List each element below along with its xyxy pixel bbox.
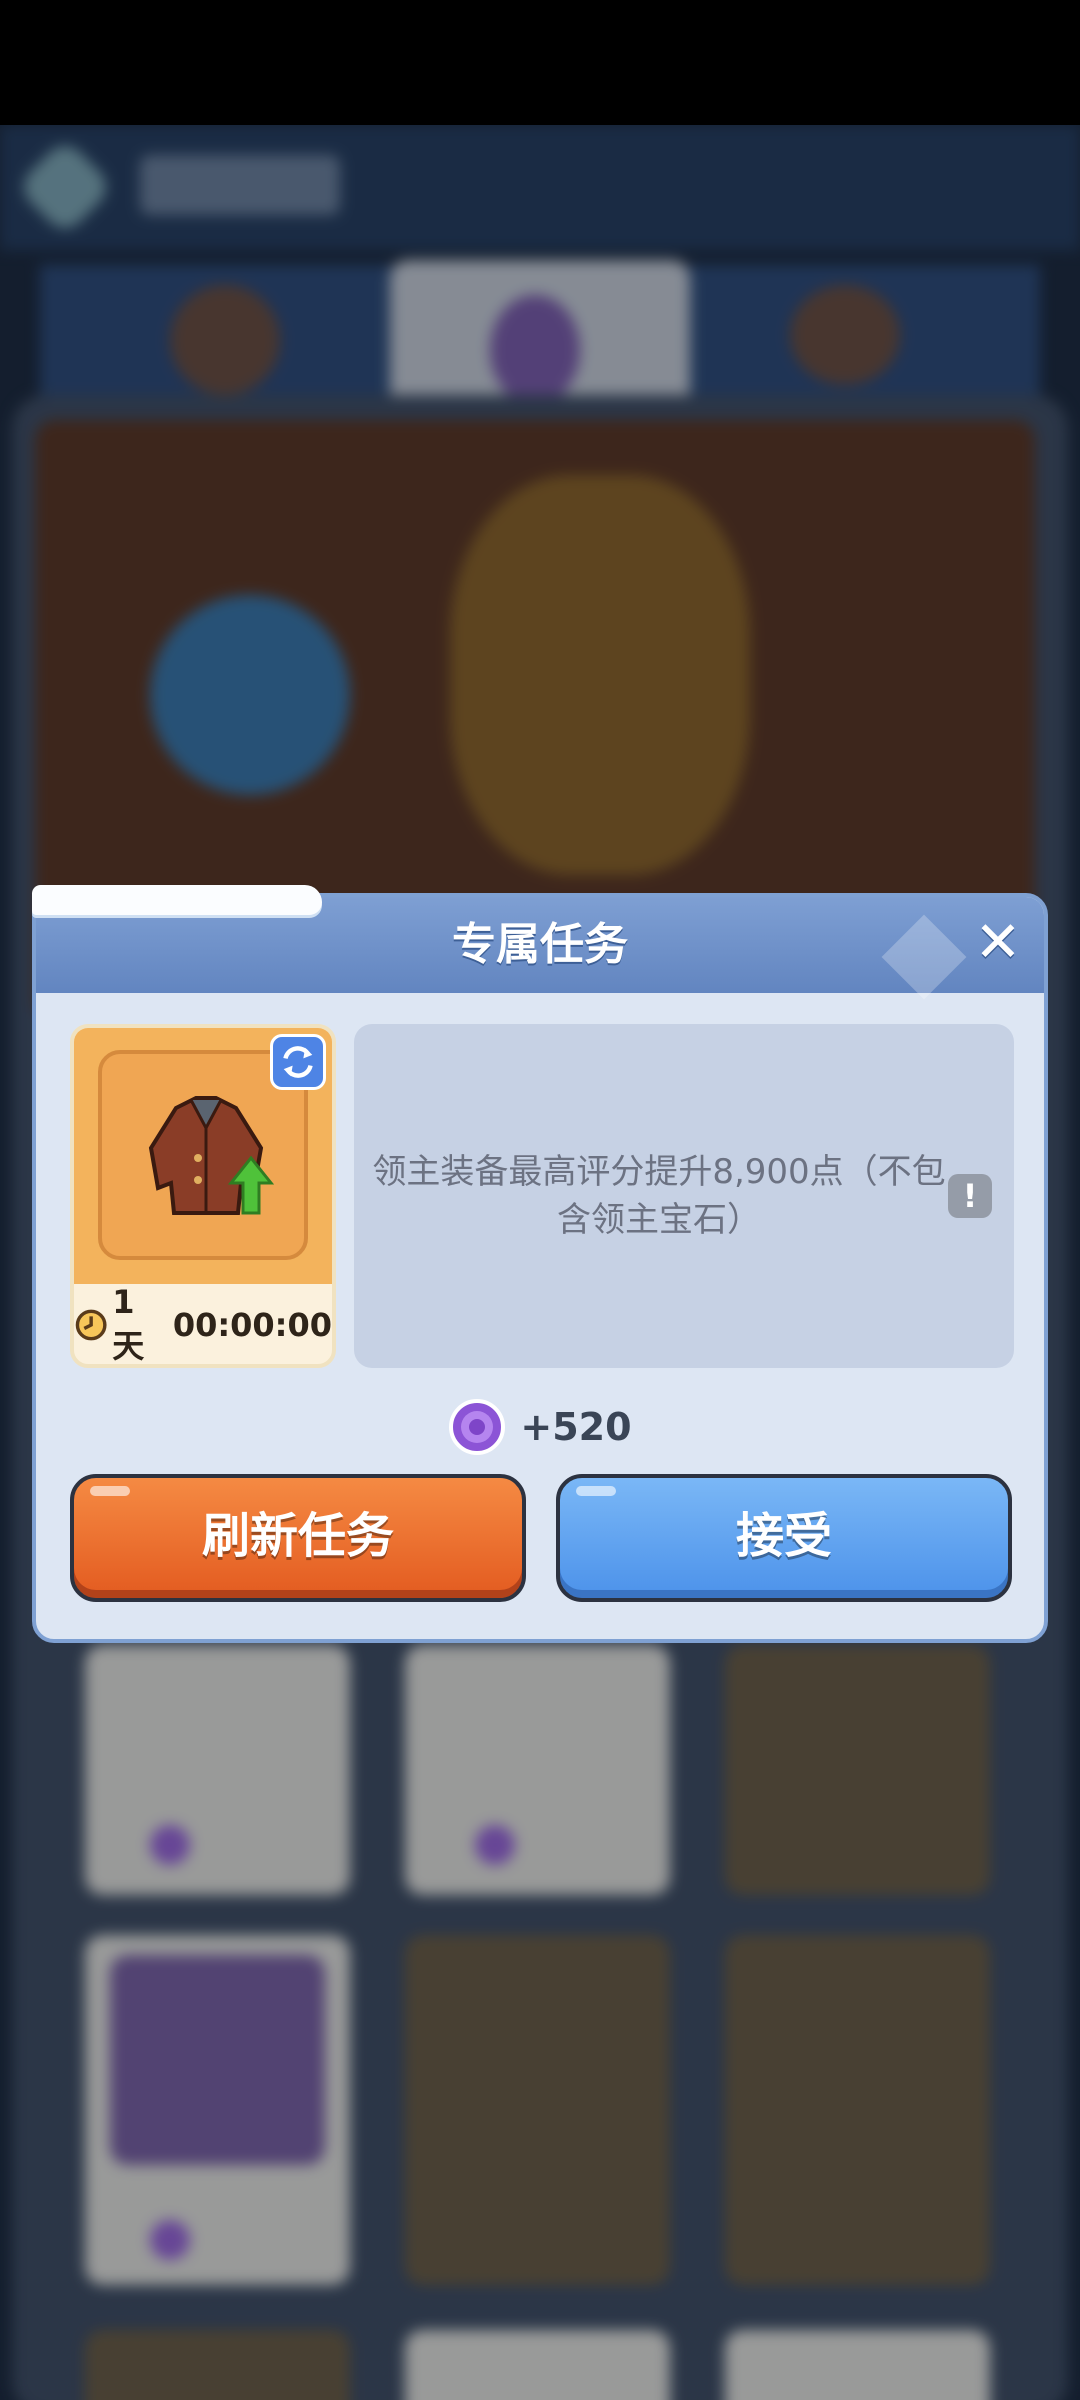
reward-amount: +520 [520, 1405, 632, 1449]
timer-time: 00:00:00 [172, 1306, 332, 1344]
task-item-card: 1天 00:00:00 [70, 1024, 336, 1368]
accept-label: 接受 [735, 1508, 832, 1564]
dialog-title: 专属任务 [452, 919, 628, 970]
task-description-box: 领主装备最高评分提升8,900点（不包含领主宝石） ! [354, 1024, 1014, 1368]
task-timer: 1天 00:00:00 [74, 1283, 332, 1364]
clock-icon [75, 1309, 107, 1341]
exclusive-task-dialog: 专属任务 ✕ 1天 00:00:00 领主装备最高评分提升8,900点（不包含领… [32, 885, 1048, 1643]
accept-button[interactable]: 接受 [556, 1474, 1012, 1602]
purple-gem-icon [449, 1399, 506, 1455]
timer-days: 1天 [112, 1283, 145, 1365]
refresh-task-label: 刷新任务 [201, 1508, 394, 1564]
task-reward: +520 [36, 1397, 1044, 1457]
info-icon[interactable]: ! [948, 1174, 992, 1218]
refresh-task-button[interactable]: 刷新任务 [70, 1474, 526, 1602]
refresh-icon[interactable] [270, 1034, 326, 1090]
close-button[interactable]: ✕ [966, 911, 1030, 975]
jacket-icon [148, 1096, 275, 1215]
task-description: 领主装备最高评分提升8,900点（不包含领主宝石） [372, 1152, 946, 1240]
